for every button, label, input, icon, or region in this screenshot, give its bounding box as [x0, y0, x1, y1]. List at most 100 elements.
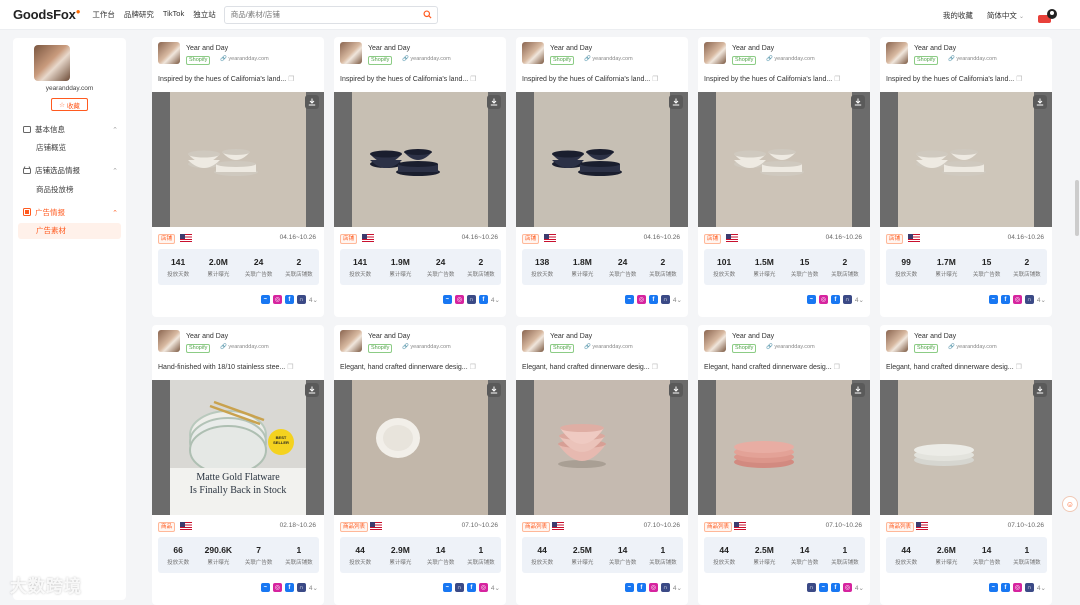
ad-media[interactable]: Matte Gold Flatware Is Finally Back in S… — [152, 380, 324, 515]
copy-icon[interactable]: ❐ — [652, 364, 658, 371]
nav-workbench[interactable]: 工作台 — [92, 9, 115, 20]
support-icon[interactable]: ☺ — [1062, 496, 1078, 512]
shop-link[interactable]: 🔗 yearandday.com — [584, 344, 633, 350]
ad-media[interactable] — [880, 92, 1052, 227]
menu-group-basic-info[interactable]: 基本信息 ⌃ — [23, 124, 118, 135]
ad-card[interactable]: Year and Day Shopify 🔗 yearandday.com In… — [334, 37, 506, 317]
nav-brand-research[interactable]: 品牌研究 — [124, 9, 154, 20]
more-platforms[interactable]: 4⌄ — [309, 584, 318, 592]
more-platforms[interactable]: 4⌄ — [491, 584, 500, 592]
ad-description: Inspired by the hues of California's lan… — [522, 75, 685, 83]
more-platforms[interactable]: 4⌄ — [1037, 584, 1046, 592]
ad-card[interactable]: Year and Day Shopify 🔗 yearandday.com In… — [152, 37, 324, 317]
ad-media[interactable] — [516, 92, 688, 227]
ad-media[interactable] — [516, 380, 688, 515]
shop-name[interactable]: Year and Day — [550, 333, 592, 340]
more-platforms[interactable]: 4⌄ — [673, 584, 682, 592]
shop-link[interactable]: 🔗 yearandday.com — [220, 56, 269, 62]
copy-icon[interactable]: ❐ — [1016, 76, 1022, 83]
more-platforms[interactable]: 4⌄ — [855, 584, 864, 592]
more-platforms[interactable]: 4⌄ — [491, 296, 500, 304]
ad-card[interactable]: Year and Day Shopify 🔗 yearandday.com Ha… — [152, 325, 324, 605]
shop-name[interactable]: Year and Day — [732, 333, 774, 340]
shop-link[interactable]: 🔗 yearandday.com — [220, 344, 269, 350]
shop-link[interactable]: 🔗 yearandday.com — [948, 344, 997, 350]
instagram-icon: ◎ — [818, 295, 828, 304]
copy-icon[interactable]: ❐ — [287, 364, 293, 371]
my-favorites-link[interactable]: 我的收藏 — [943, 10, 973, 21]
ad-media[interactable] — [880, 380, 1052, 515]
download-icon[interactable] — [487, 383, 501, 397]
ad-media[interactable] — [152, 92, 324, 227]
favorite-button[interactable]: ☆ 收藏 — [51, 98, 88, 111]
copy-icon[interactable]: ❐ — [470, 364, 476, 371]
language-select[interactable]: 简体中文 ⌄ — [987, 10, 1024, 21]
copy-icon[interactable]: ❐ — [834, 76, 840, 83]
stat-label: 累计曝光 — [207, 560, 230, 566]
ad-media[interactable] — [698, 92, 870, 227]
ad-card[interactable]: Year and Day Shopify 🔗 yearandday.com El… — [516, 325, 688, 605]
scrollbar[interactable] — [1075, 180, 1079, 236]
avatar[interactable] — [1038, 8, 1057, 23]
ad-description: Inspired by the hues of California's lan… — [704, 75, 867, 83]
shop-link[interactable]: 🔗 yearandday.com — [402, 344, 451, 350]
shop-link[interactable]: 🔗 yearandday.com — [584, 56, 633, 62]
more-platforms[interactable]: 4⌄ — [673, 296, 682, 304]
download-icon[interactable] — [851, 383, 865, 397]
copy-icon[interactable]: ❐ — [1016, 364, 1022, 371]
copy-icon[interactable]: ❐ — [470, 76, 476, 83]
shop-name[interactable]: Year and Day — [368, 45, 410, 52]
nav-tiktok[interactable]: TikTok — [163, 9, 184, 20]
download-icon[interactable] — [305, 383, 319, 397]
shop-name[interactable]: Year and Day — [368, 333, 410, 340]
ad-card[interactable]: Year and Day Shopify 🔗 yearandday.com In… — [698, 37, 870, 317]
download-icon[interactable] — [487, 95, 501, 109]
stat-item: 141 投放天数 — [158, 249, 198, 285]
ad-media[interactable] — [698, 380, 870, 515]
nav-independent-site[interactable]: 独立站 — [193, 9, 216, 20]
copy-icon[interactable]: ❐ — [834, 364, 840, 371]
download-icon[interactable] — [669, 95, 683, 109]
download-icon[interactable] — [1033, 95, 1047, 109]
ad-card[interactable]: Year and Day Shopify 🔗 yearandday.com In… — [516, 37, 688, 317]
copy-icon[interactable]: ❐ — [652, 76, 658, 83]
more-platforms[interactable]: 4⌄ — [855, 296, 864, 304]
ad-card[interactable]: Year and Day Shopify 🔗 yearandday.com El… — [698, 325, 870, 605]
copy-icon[interactable]: ❐ — [288, 76, 294, 83]
shop-name[interactable]: Year and Day — [732, 45, 774, 52]
download-icon[interactable] — [851, 95, 865, 109]
shop-link[interactable]: 🔗 yearandday.com — [766, 56, 815, 62]
facebook-icon: f — [478, 295, 488, 304]
more-platforms[interactable]: 4⌄ — [309, 296, 318, 304]
ad-type-badge: 商品 — [158, 522, 176, 532]
menu-item-ad-creatives[interactable]: 广告素材 — [18, 223, 121, 239]
shop-link[interactable]: 🔗 yearandday.com — [766, 344, 815, 350]
stat-item: 24 关联广告数 — [603, 249, 643, 285]
more-platforms[interactable]: 4⌄ — [1037, 296, 1046, 304]
shop-name[interactable]: Year and Day — [186, 45, 228, 52]
platform-icons: ~ ∩ f ◎ 4⌄ — [442, 583, 500, 592]
ad-card[interactable]: Year and Day Shopify 🔗 yearandday.com El… — [880, 325, 1052, 605]
shop-name[interactable]: Year and Day — [914, 333, 956, 340]
menu-group-shop-selection[interactable]: 店铺选品情报 ⌃ — [23, 165, 118, 176]
download-icon[interactable] — [305, 95, 319, 109]
menu-item-shop-overview[interactable]: 店铺概览 — [36, 142, 66, 153]
menu-item-product-rank[interactable]: 商品投放榜 — [36, 184, 74, 195]
shop-link[interactable]: 🔗 yearandday.com — [402, 56, 451, 62]
shop-link[interactable]: 🔗 yearandday.com — [948, 56, 997, 62]
shop-name[interactable]: Year and Day — [914, 45, 956, 52]
download-icon[interactable] — [1033, 383, 1047, 397]
logo[interactable]: GoodsFox● — [13, 7, 81, 22]
ad-card[interactable]: Year and Day Shopify 🔗 yearandday.com In… — [880, 37, 1052, 317]
stat-item: 14 关联广告数 — [603, 537, 643, 573]
search-icon[interactable] — [419, 7, 437, 23]
search-input[interactable] — [224, 6, 419, 23]
stat-value: 44 — [719, 545, 729, 555]
shop-name[interactable]: Year and Day — [186, 333, 228, 340]
shop-name[interactable]: Year and Day — [550, 45, 592, 52]
ad-media[interactable] — [334, 92, 506, 227]
download-icon[interactable] — [669, 383, 683, 397]
menu-group-ad-intel[interactable]: 广告情报 ⌃ — [23, 207, 118, 218]
ad-media[interactable] — [334, 380, 506, 515]
ad-card[interactable]: Year and Day Shopify 🔗 yearandday.com El… — [334, 325, 506, 605]
